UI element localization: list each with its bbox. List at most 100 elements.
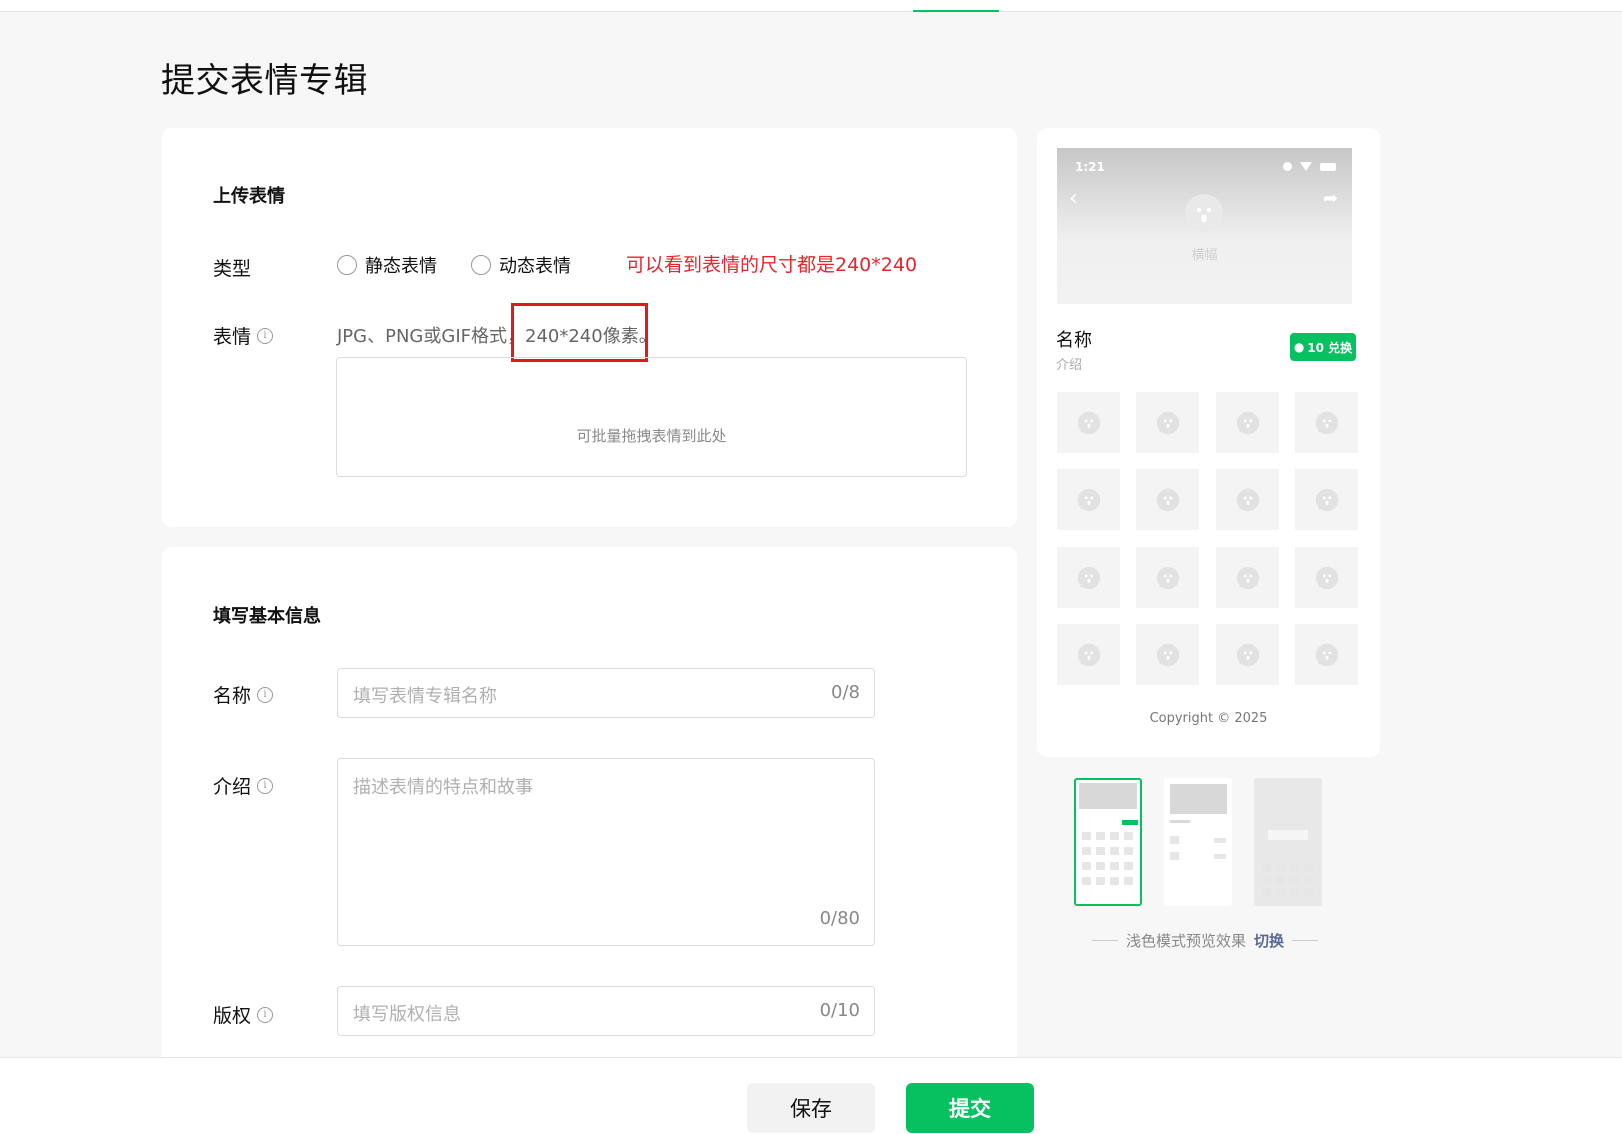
- name-input[interactable]: 填写表情专辑名称 0/8: [337, 668, 875, 718]
- name-label: 名称 i: [213, 681, 274, 708]
- mini-cell: [1096, 847, 1105, 855]
- info-icon[interactable]: i: [257, 686, 274, 703]
- info-icon[interactable]: i: [257, 777, 274, 794]
- mini-title: [1170, 820, 1190, 823]
- mini-cell: [1124, 832, 1133, 840]
- intro-textarea[interactable]: 描述表情的特点和故事 0/80: [337, 758, 875, 946]
- divider: [1091, 940, 1118, 941]
- sticker-placeholder-icon: [1156, 566, 1179, 589]
- status-time: 1:21: [1075, 160, 1105, 174]
- copyright-placeholder: 填写版权信息: [353, 1004, 461, 1025]
- radio-animated-sticker[interactable]: 动态表情: [471, 252, 571, 278]
- mini-cell: [1124, 877, 1133, 885]
- preview-name: 名称: [1056, 330, 1092, 351]
- sticker-placeholder-icon: [1156, 643, 1179, 666]
- switch-mode-link[interactable]: 切换: [1254, 930, 1284, 951]
- sticker-dropzone[interactable]: 可批量拖拽表情到此处: [336, 357, 967, 477]
- dropzone-text: 可批量拖拽表情到此处: [576, 427, 727, 445]
- sticker-placeholder-icon: [1236, 411, 1259, 434]
- share-icon: ➦: [1322, 188, 1338, 209]
- type-label: 类型: [213, 254, 251, 281]
- exchange-label: 10 兑换: [1307, 340, 1353, 355]
- mini-cell: [1262, 876, 1271, 884]
- sticker-logo-icon: [1185, 194, 1223, 232]
- preview-intro: 介绍: [1056, 358, 1083, 373]
- preview-thumb-detail[interactable]: [1164, 778, 1232, 906]
- sticker-slot: [1295, 469, 1358, 530]
- mini-cell: [1304, 888, 1313, 896]
- radio-animated-label: 动态表情: [499, 256, 571, 277]
- mini-cell: [1276, 876, 1285, 884]
- save-button[interactable]: 保存: [747, 1083, 875, 1133]
- name-label-text: 名称: [213, 685, 252, 707]
- annotation-text: 可以看到表情的尺寸都是240*240: [626, 254, 918, 276]
- copyright-label-text: 版权: [213, 1005, 252, 1027]
- sticker-slot: [1057, 547, 1120, 608]
- mini-row-badge: [1214, 854, 1226, 859]
- copyright-char-count: 0/10: [819, 1000, 860, 1021]
- preview-thumb-chat[interactable]: [1254, 778, 1322, 906]
- preview-copyright: Copyright © 2025: [1149, 711, 1268, 726]
- sticker-placeholder-icon: [1077, 488, 1100, 511]
- wifi-icon: [1300, 162, 1312, 171]
- radio-static-sticker[interactable]: 静态表情: [337, 252, 437, 278]
- info-icon[interactable]: i: [257, 1006, 274, 1023]
- mini-cell: [1304, 864, 1313, 872]
- mini-cell: [1082, 832, 1091, 840]
- annotation-highlight-box: [511, 303, 648, 362]
- sticker-placeholder-icon: [1156, 411, 1179, 434]
- mini-cell: [1124, 847, 1133, 855]
- status-icons: [1283, 162, 1336, 171]
- preview-thumb-main[interactable]: [1074, 778, 1142, 906]
- submit-button[interactable]: 提交: [906, 1083, 1034, 1133]
- sticker-slot: [1295, 547, 1358, 608]
- preview-banner: 1:21 ‹ ➦ 横幅: [1057, 148, 1352, 304]
- mini-cell: [1110, 877, 1119, 885]
- sticker-placeholder-icon: [1315, 488, 1338, 511]
- mini-cell: [1290, 876, 1299, 884]
- mini-cell: [1276, 888, 1285, 896]
- mini-cell: [1276, 864, 1285, 872]
- sticker-slot: [1136, 624, 1199, 685]
- sticker-placeholder-icon: [1315, 566, 1338, 589]
- sticker-slot: [1295, 392, 1358, 453]
- mini-popup: [1268, 830, 1308, 840]
- drop-icon: ●: [1293, 340, 1305, 354]
- sticker-slot: [1057, 624, 1120, 685]
- sticker-slot: [1136, 469, 1199, 530]
- sticker-placeholder-icon: [1236, 488, 1259, 511]
- sticker-label: 表情 i: [213, 322, 274, 349]
- mini-cell: [1082, 877, 1091, 885]
- mini-cell: [1110, 862, 1119, 870]
- copyright-input[interactable]: 填写版权信息 0/10: [337, 986, 875, 1036]
- sticker-label-text: 表情: [213, 326, 252, 348]
- name-placeholder: 填写表情专辑名称: [353, 686, 497, 707]
- mini-row-icon: [1170, 836, 1179, 844]
- mini-cell: [1290, 888, 1299, 896]
- mini-button: [1122, 820, 1138, 825]
- banner-name: 横幅: [1191, 248, 1218, 263]
- mini-cell: [1262, 864, 1271, 872]
- sticker-slot: [1057, 469, 1120, 530]
- sticker-slot: [1057, 392, 1120, 453]
- mini-cell: [1290, 864, 1299, 872]
- mini-cell: [1096, 877, 1105, 885]
- active-tab-indicator: [913, 10, 999, 12]
- mini-row-icon: [1170, 852, 1179, 860]
- name-char-count: 0/8: [831, 682, 860, 703]
- back-arrow-icon: ‹: [1069, 186, 1078, 211]
- mini-cell: [1082, 847, 1091, 855]
- radio-circle-icon[interactable]: [471, 255, 491, 275]
- preview-exchange-button: ● 10 兑换: [1290, 333, 1356, 361]
- preview-mode-line: 浅色模式预览效果 切换: [1090, 930, 1320, 951]
- intro-label: 介绍 i: [213, 772, 274, 799]
- sticker-placeholder-icon: [1315, 643, 1338, 666]
- sticker-placeholder-icon: [1077, 643, 1100, 666]
- basic-section-title: 填写基本信息: [213, 606, 321, 627]
- sticker-slot: [1216, 392, 1279, 453]
- sticker-slot: [1136, 547, 1199, 608]
- upload-section-title: 上传表情: [213, 186, 285, 207]
- intro-char-count: 0/80: [819, 908, 860, 929]
- radio-circle-icon[interactable]: [337, 255, 357, 275]
- info-icon[interactable]: i: [257, 327, 274, 344]
